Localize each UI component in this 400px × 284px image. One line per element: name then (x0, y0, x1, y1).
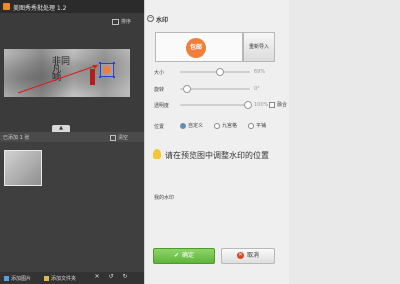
position-label: 位置 (154, 124, 165, 130)
radio-dot (248, 122, 254, 129)
thumbnail-strip (0, 142, 144, 272)
collapse-tab[interactable]: ▲ (52, 125, 70, 132)
bottom-toolbar: 添加图片 添加文件夹 ✕ ↺ ↻ (0, 272, 144, 284)
sort-icon (112, 18, 119, 25)
add-folder-button[interactable]: 添加文件夹 (44, 275, 76, 282)
rotate-slider[interactable] (180, 85, 250, 93)
radio-dot (180, 122, 186, 129)
size-row: 大小 69% (154, 68, 266, 76)
added-count: 已添加 1 张 (3, 135, 30, 141)
folder-icon (44, 276, 49, 281)
app-logo-icon (3, 3, 10, 10)
rotate-slider-knob[interactable] (183, 85, 191, 93)
rotate-left-icon[interactable]: ↺ (108, 274, 114, 280)
position-custom-radio[interactable]: 自定义 (180, 122, 203, 129)
app-title: 美图秀秀批处理 1.2 (13, 5, 67, 12)
cancel-button[interactable]: ✕ 取消 (221, 248, 275, 264)
opacity-row: 透明度 100% 融合 (154, 101, 288, 109)
sort-button[interactable]: 排序 (112, 18, 131, 25)
hint-row: 请在预览图中调整水印的位置 (153, 149, 283, 163)
right-empty-area (289, 0, 400, 284)
position-row: 位置 自定义 九宫格 平铺 (154, 122, 284, 130)
title-bar: 美图秀秀批处理 1.2 (0, 0, 144, 13)
preview-image[interactable]: 非同 凡 响 (4, 49, 130, 97)
blend-checkbox[interactable]: 融合 (269, 101, 287, 108)
check-icon: ✔ (173, 252, 179, 259)
annotation-arrow (17, 64, 99, 94)
watermark-preview-box: 包邮 (155, 32, 243, 62)
opacity-slider-knob[interactable] (244, 101, 252, 109)
add-image-button[interactable]: 添加图片 (4, 275, 31, 282)
clear-button[interactable]: 清空 (110, 134, 128, 141)
collapse-icon[interactable]: − (147, 15, 154, 22)
watermark-panel: − 水印 包邮 重新导入 大小 69% 旋转 0° 透明度 100% 融合 位置… (144, 0, 289, 284)
added-bar: 已添加 1 张 清空 (0, 132, 144, 142)
reimport-button[interactable]: 重新导入 (243, 32, 275, 62)
rotate-right-icon[interactable]: ↻ (122, 274, 128, 280)
cancel-icon: ✕ (236, 252, 244, 259)
lightbulb-icon (153, 149, 161, 159)
delete-icon[interactable]: ✕ (94, 274, 100, 280)
watermark-badge: 包邮 (186, 38, 206, 58)
left-pane: 排序 非同 凡 响 ▲ 已添加 1 张 清空 添加图片 添加文件夹 ✕ ↺ ↻ (0, 13, 144, 284)
panel-title: 水印 (156, 17, 169, 24)
hint-text: 请在预览图中调整水印的位置 (165, 151, 269, 160)
radio-dot (214, 122, 220, 129)
rotate-row: 旋转 0° (154, 85, 260, 93)
size-value: 69% (254, 69, 266, 75)
rotate-value: 0° (254, 86, 260, 92)
size-slider[interactable] (180, 68, 250, 76)
panel-header: − 水印 (145, 14, 289, 24)
opacity-slider[interactable] (180, 101, 252, 109)
ok-button[interactable]: ✔ 确定 (153, 248, 215, 264)
trash-icon (110, 134, 116, 141)
size-slider-knob[interactable] (216, 68, 224, 76)
checkbox-box (269, 101, 275, 108)
position-grid-radio[interactable]: 九宫格 (214, 122, 237, 129)
image-thumbnail[interactable] (4, 150, 42, 186)
add-image-icon (4, 276, 9, 281)
opacity-value: 100% (254, 102, 269, 108)
position-tile-radio[interactable]: 平铺 (248, 122, 266, 129)
my-watermark-label: 我的水印 (154, 195, 175, 201)
